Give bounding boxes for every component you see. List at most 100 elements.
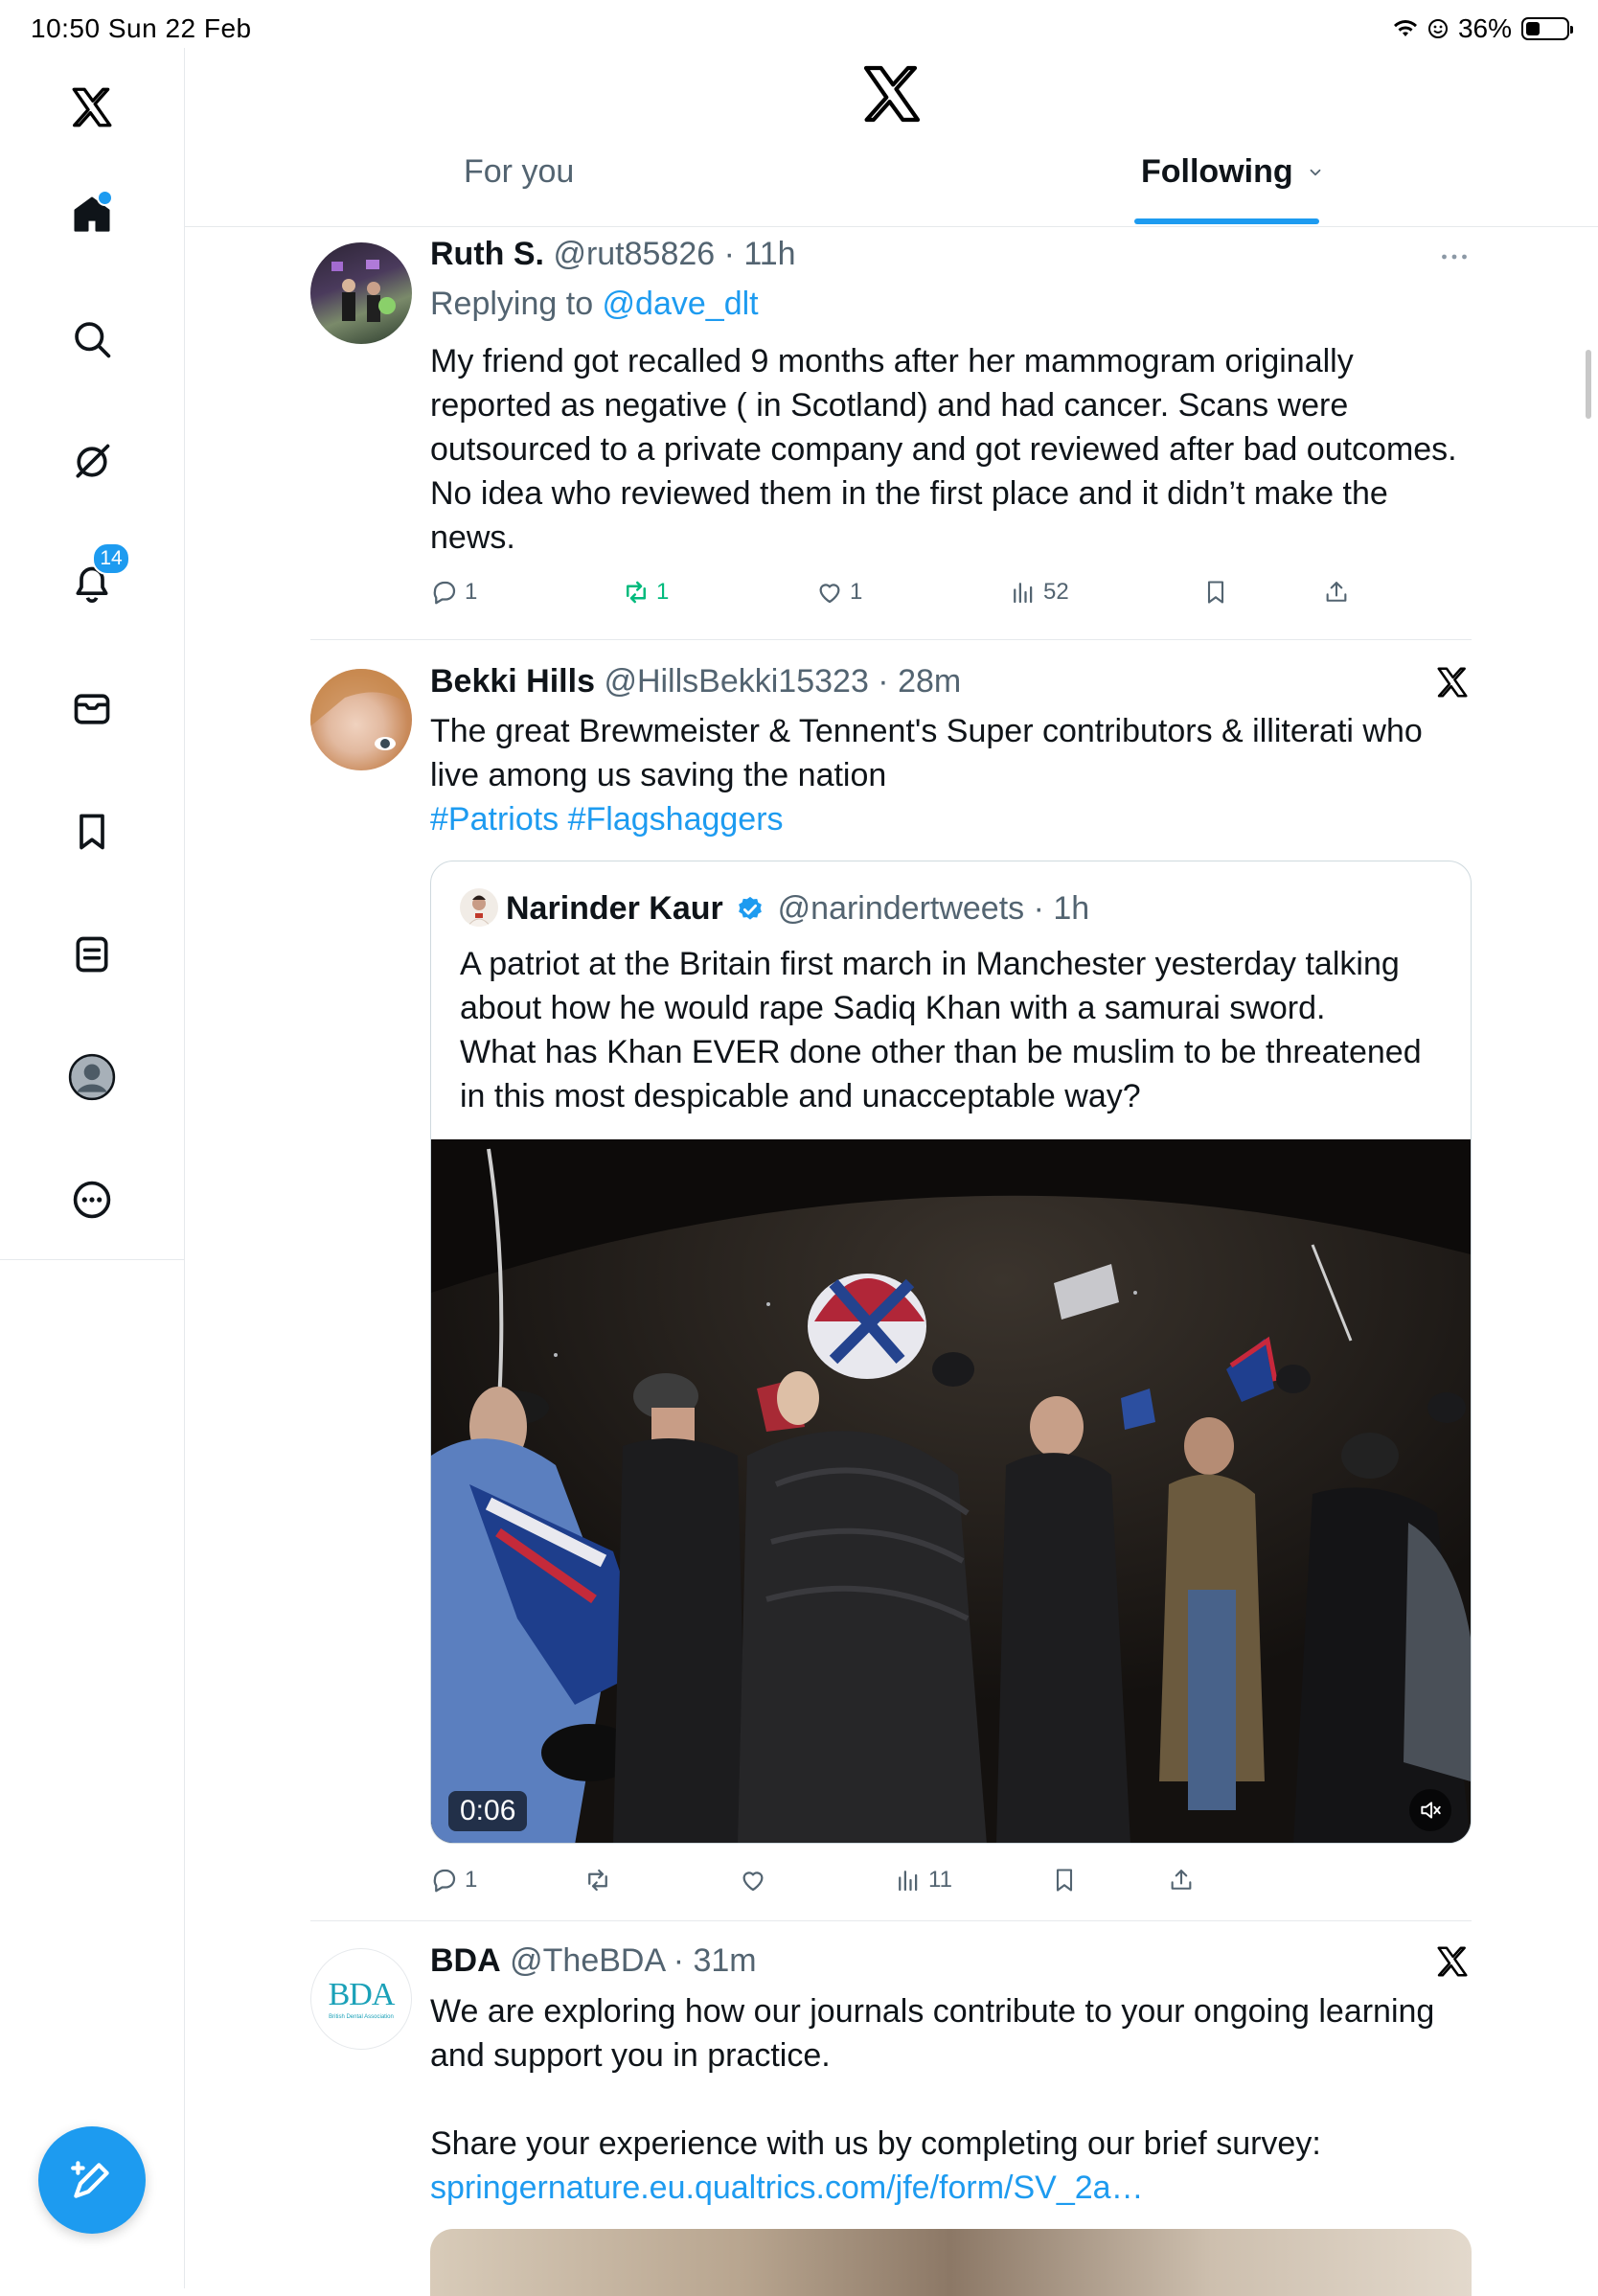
nav-lists[interactable] — [59, 922, 125, 987]
home-unread-dot — [97, 190, 113, 206]
tweet-divider — [310, 1920, 1472, 1921]
profile-avatar-icon — [68, 1053, 116, 1101]
replying-to-line: Replying to @dave_dlt — [430, 282, 759, 326]
author-handle-time[interactable]: @HillsBekki15323 · 28m — [604, 663, 961, 700]
share-icon — [1326, 582, 1347, 602]
heart-icon — [819, 584, 840, 604]
video-frame — [431, 1139, 1471, 1843]
reply-icon — [433, 581, 456, 605]
x-source-button[interactable] — [1434, 664, 1471, 705]
chevron-down-icon — [1310, 169, 1321, 175]
quoted-author-line: Narinder Kaur @narindertweets · 1h — [506, 890, 1089, 928]
nav-profile[interactable] — [59, 1045, 125, 1110]
tweet-more-button[interactable] — [1437, 240, 1472, 279]
status-icons: 36% — [1393, 13, 1573, 44]
tab-for-you[interactable]: For you — [464, 153, 574, 191]
tweet-text: The great Brewmeister & Tennent's Super … — [430, 713, 1423, 793]
bookmark-button[interactable] — [1051, 1867, 1078, 1894]
avatar[interactable] — [310, 242, 412, 344]
author-name[interactable]: BDA — [430, 1942, 501, 1979]
heart-icon — [742, 1871, 764, 1892]
repost-button[interactable]: 1 — [622, 578, 669, 607]
nav-notifications[interactable]: 14 — [59, 542, 130, 617]
bookmark-icon — [1056, 1869, 1073, 1892]
tweet-actions: 1 1 1 52 — [430, 573, 1474, 611]
battery-icon — [1521, 17, 1573, 40]
x-logo-nav[interactable] — [59, 75, 125, 140]
reply-icon — [433, 1869, 456, 1893]
nav-home[interactable] — [59, 182, 125, 247]
bda-logo-subtext: British Dental Association — [329, 2013, 394, 2020]
x-logo-icon — [863, 65, 921, 123]
repost-button[interactable] — [583, 1866, 612, 1894]
views-chart-icon — [1014, 583, 1033, 604]
nav-bookmarks[interactable] — [59, 799, 125, 864]
mail-icon — [74, 694, 110, 724]
x-source-button[interactable] — [1434, 1943, 1471, 1985]
share-button[interactable] — [1168, 1867, 1195, 1894]
share-icon — [1171, 1870, 1192, 1890]
views-button[interactable]: 52 — [1009, 578, 1069, 607]
bookmark-icon — [1207, 581, 1224, 604]
quoted-author-name: Narinder Kaur — [506, 890, 723, 927]
reply-button[interactable]: 1 — [430, 1866, 477, 1894]
quoted-text-2: What has Khan EVER done other than be mu… — [460, 1034, 1422, 1114]
avatar[interactable] — [310, 669, 412, 770]
quoted-handle-time: @narindertweets · 1h — [777, 890, 1090, 927]
tab-following[interactable]: Following — [1141, 153, 1324, 191]
tweet-text-2: Share your experience with us by complet… — [430, 2125, 1321, 2162]
repost-icon — [627, 581, 646, 604]
tweet-image-preview[interactable] — [430, 2229, 1472, 2296]
compose-feather-icon — [71, 2161, 109, 2198]
x-logo-icon — [1437, 1946, 1468, 1977]
wifi-icon — [1393, 20, 1417, 36]
author-handle-time[interactable]: @TheBDA · 31m — [510, 1942, 757, 1979]
like-count: 1 — [850, 579, 863, 605]
nav-more[interactable] — [59, 1167, 125, 1232]
x-logo-icon — [72, 87, 112, 127]
quoted-tweet-card[interactable]: Narinder Kaur @narindertweets · 1h A pat… — [430, 861, 1472, 1844]
avatar[interactable]: BDA British Dental Association — [310, 1948, 412, 2050]
bookmark-button[interactable] — [1202, 579, 1229, 606]
x-logo-icon — [1437, 667, 1468, 698]
tab-following-label: Following — [1141, 153, 1293, 190]
tweet-author-line: Ruth S. @rut85826 · 11h — [430, 236, 796, 273]
repost-icon — [588, 1869, 607, 1892]
tweet-actions: 1 11 — [430, 1861, 1474, 1899]
bookmark-icon — [80, 814, 104, 850]
battery-percent: 36% — [1457, 13, 1512, 43]
tweet-hashtags[interactable]: #Patriots #Flagshaggers — [430, 797, 784, 841]
author-name[interactable]: Ruth S. — [430, 236, 544, 272]
more-horizontal-icon — [1442, 254, 1467, 260]
author-name[interactable]: Bekki Hills — [430, 663, 595, 700]
like-button[interactable] — [739, 1866, 767, 1894]
survey-link[interactable]: springernature.eu.qualtrics.com/jfe/form… — [430, 2166, 1144, 2210]
views-button[interactable]: 11 — [894, 1866, 952, 1894]
author-handle-time[interactable]: @rut85826 · 11h — [553, 236, 795, 272]
nav-grok[interactable] — [59, 429, 125, 494]
share-button[interactable] — [1323, 579, 1350, 606]
replying-to-prefix: Replying to — [430, 286, 603, 322]
reply-count: 1 — [465, 579, 478, 605]
bda-logo-text: BDA — [328, 1976, 396, 2012]
video-player[interactable]: 0:06 — [431, 1139, 1471, 1843]
sidebar-divider — [184, 48, 185, 2288]
battery-fill — [1526, 22, 1540, 35]
tweet-author-line: BDA @TheBDA · 31m — [430, 1942, 757, 1980]
x-header-logo — [857, 59, 926, 128]
quoted-text-1: A patriot at the Britain first march in … — [460, 946, 1400, 1026]
like-button[interactable]: 1 — [815, 578, 862, 607]
reply-button[interactable]: 1 — [430, 578, 477, 607]
scrollbar[interactable] — [1586, 350, 1591, 419]
sidebar-bottom-divider — [0, 1259, 184, 1260]
replying-to-handle[interactable]: @dave_dlt — [603, 286, 759, 322]
compose-post-button[interactable] — [38, 2126, 146, 2234]
more-circle-icon — [73, 1181, 111, 1219]
nav-explore[interactable] — [59, 307, 125, 372]
list-icon — [76, 936, 108, 973]
mute-button[interactable] — [1409, 1789, 1451, 1831]
status-time: 10:50 Sun 22 Feb — [31, 13, 252, 43]
search-icon — [75, 322, 111, 358]
notifications-badge: 14 — [92, 542, 130, 575]
nav-messages[interactable] — [59, 677, 125, 742]
